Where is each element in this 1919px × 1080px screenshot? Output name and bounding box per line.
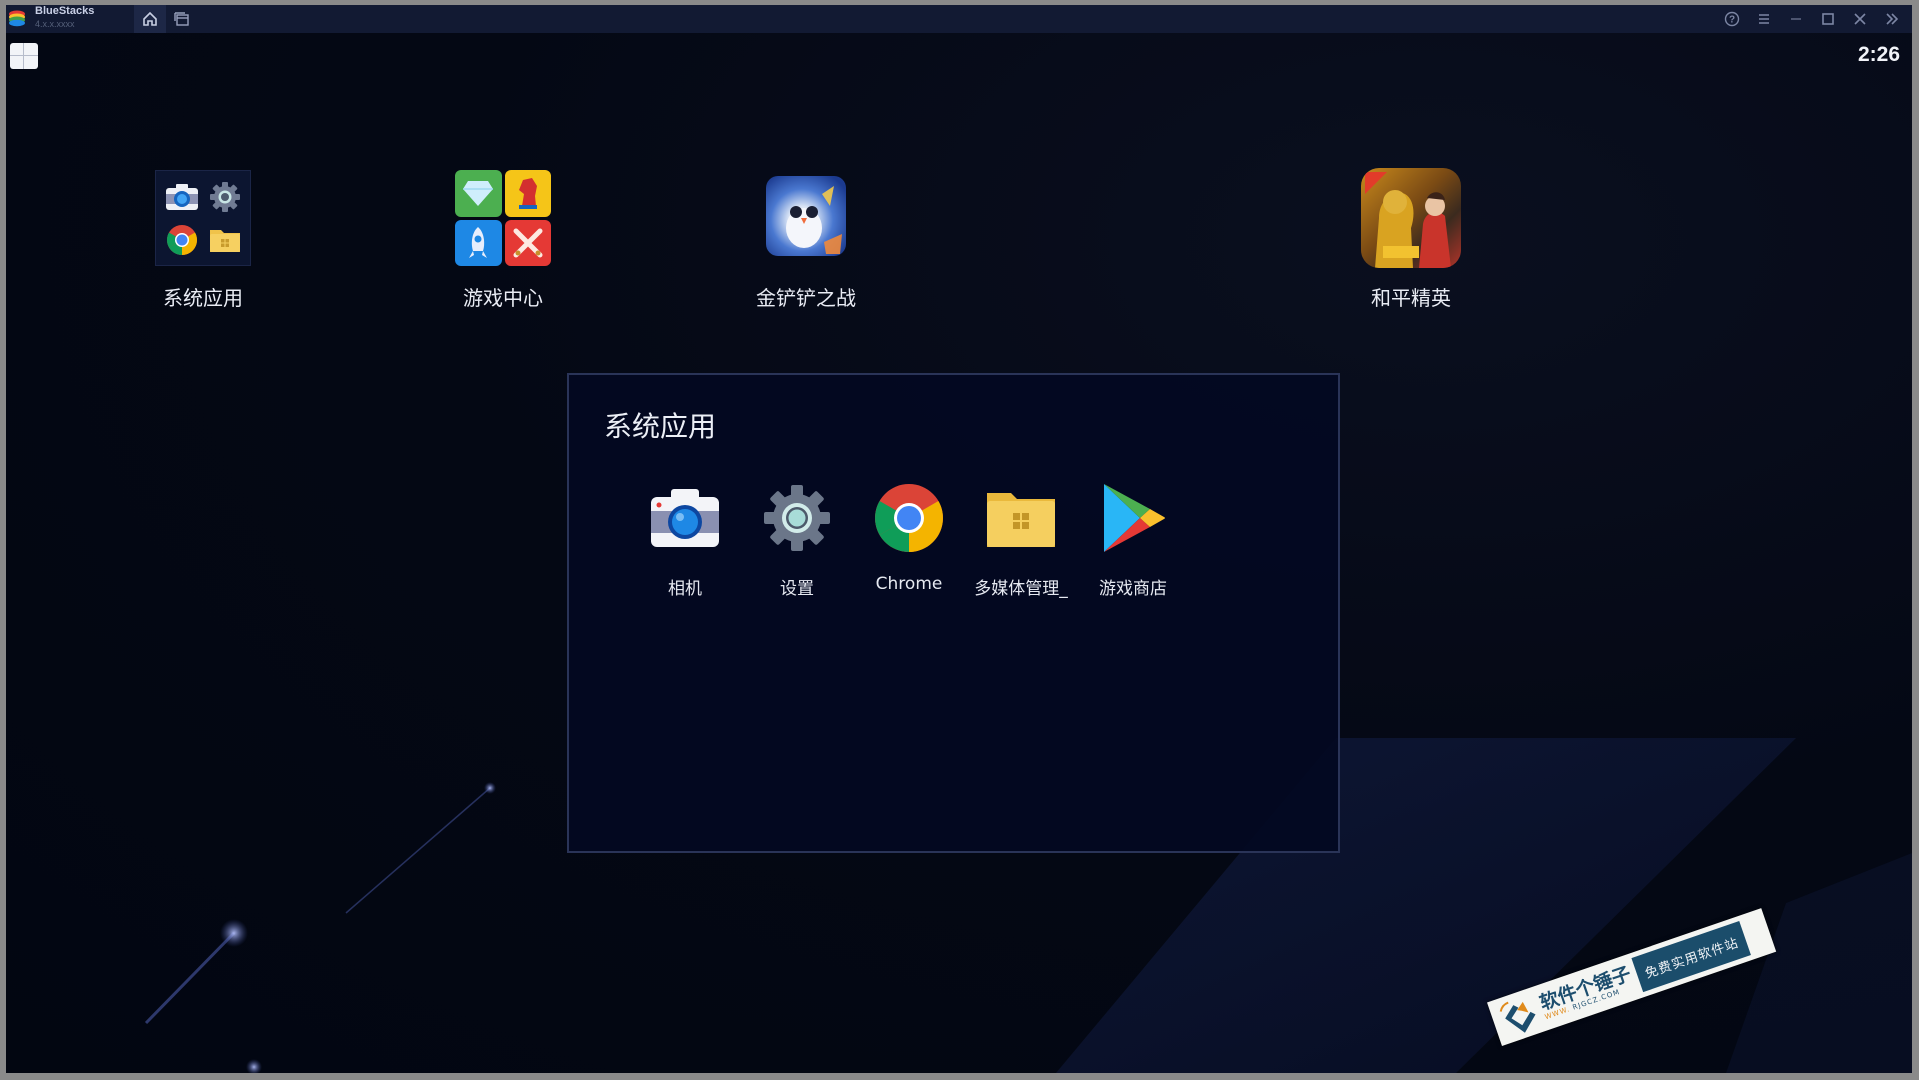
chrome-mini-icon bbox=[162, 220, 201, 259]
desktop-app-label: 系统应用 bbox=[163, 286, 243, 310]
media-manager-folder-icon bbox=[983, 480, 1059, 556]
settings-gear-icon bbox=[759, 480, 835, 556]
rocket-icon bbox=[455, 219, 502, 266]
bluestacks-window: BlueStacks 4.x.x.xxxx ? 2:26 系统应用 游戏中心 金… bbox=[6, 5, 1912, 1073]
svg-text:?: ? bbox=[1729, 15, 1735, 26]
app-name: BlueStacks bbox=[35, 5, 95, 17]
double-chevron-right-icon bbox=[1886, 13, 1899, 25]
camera-icon bbox=[647, 480, 723, 556]
desktop-app-game-center[interactable]: 游戏中心 bbox=[428, 168, 578, 311]
desktop-app-label: 和平精英 bbox=[1371, 286, 1451, 310]
desktop-app-label: 金铲铲之战 bbox=[756, 286, 856, 310]
folder-app-label: 多媒体管理_ bbox=[974, 579, 1068, 599]
window-controls: ? bbox=[1716, 5, 1908, 33]
android-home-screen: 2:26 系统应用 游戏中心 金铲铲之战 和平精英 系统应用 相机 设置 Chr… bbox=[6, 33, 1912, 1073]
folder-app-label: 设置 bbox=[780, 579, 814, 599]
peacekeeper-elite-icon bbox=[1361, 168, 1461, 268]
watermark-logo-icon bbox=[1499, 1001, 1536, 1033]
home-tab[interactable] bbox=[134, 5, 166, 33]
status-clock: 2:26 bbox=[1857, 43, 1900, 66]
notification-icon[interactable] bbox=[10, 43, 38, 69]
settings-mini-icon bbox=[205, 177, 244, 216]
camera-mini-icon bbox=[162, 177, 201, 216]
folder-app-settings[interactable]: 设置 bbox=[741, 480, 853, 599]
folder-app-camera[interactable]: 相机 bbox=[629, 480, 741, 599]
media-manager-mini-icon bbox=[205, 220, 244, 259]
minimize-icon bbox=[1791, 18, 1801, 20]
multi-instance-tab[interactable] bbox=[166, 5, 198, 33]
chrome-icon bbox=[871, 480, 947, 556]
desktop-app-peacekeeper-elite[interactable]: 和平精英 bbox=[1336, 168, 1486, 311]
help-icon: ? bbox=[1724, 11, 1740, 27]
folder-app-chrome[interactable]: Chrome bbox=[853, 480, 965, 599]
folder-app-label: Chrome bbox=[875, 574, 943, 594]
folder-panel-system-apps: 系统应用 相机 设置 Chrome 多媒体管理_ 游戏商店 bbox=[567, 373, 1340, 853]
diamond-icon bbox=[455, 170, 502, 217]
folder-app-label: 游戏商店 bbox=[1099, 579, 1167, 599]
folder-app-list: 相机 设置 Chrome 多媒体管理_ 游戏商店 bbox=[629, 480, 1189, 599]
maximize-icon bbox=[1822, 13, 1834, 25]
maximize-button[interactable] bbox=[1812, 5, 1844, 33]
menu-icon bbox=[1759, 14, 1769, 24]
bluestacks-logo-icon bbox=[9, 10, 25, 27]
app-version: 4.x.x.xxxx bbox=[35, 19, 75, 29]
folder-panel-title: 系统应用 bbox=[604, 410, 717, 443]
menu-button[interactable] bbox=[1748, 5, 1780, 33]
window-icon bbox=[174, 12, 189, 26]
system-apps-folder-icon bbox=[153, 168, 253, 268]
title-bar: BlueStacks 4.x.x.xxxx ? bbox=[6, 5, 1912, 33]
crossed-swords-icon bbox=[504, 219, 551, 266]
desktop-app-system-apps[interactable]: 系统应用 bbox=[128, 168, 278, 311]
minimize-button[interactable] bbox=[1780, 5, 1812, 33]
sidebar-toggle-button[interactable] bbox=[1876, 5, 1908, 33]
desktop-app-label: 游戏中心 bbox=[463, 286, 543, 310]
golden-spatula-icon bbox=[756, 168, 856, 268]
close-icon bbox=[1854, 13, 1866, 25]
folder-app-label: 相机 bbox=[668, 579, 702, 599]
help-button[interactable]: ? bbox=[1716, 5, 1748, 33]
folder-app-play-store[interactable]: 游戏商店 bbox=[1077, 480, 1189, 599]
chess-knight-icon bbox=[504, 170, 551, 217]
close-button[interactable] bbox=[1844, 5, 1876, 33]
desktop-app-golden-spatula[interactable]: 金铲铲之战 bbox=[731, 168, 881, 311]
game-center-icon bbox=[453, 168, 553, 268]
folder-app-media-manager[interactable]: 多媒体管理_ bbox=[965, 480, 1077, 599]
play-store-icon bbox=[1095, 480, 1171, 556]
home-icon bbox=[143, 11, 157, 26]
